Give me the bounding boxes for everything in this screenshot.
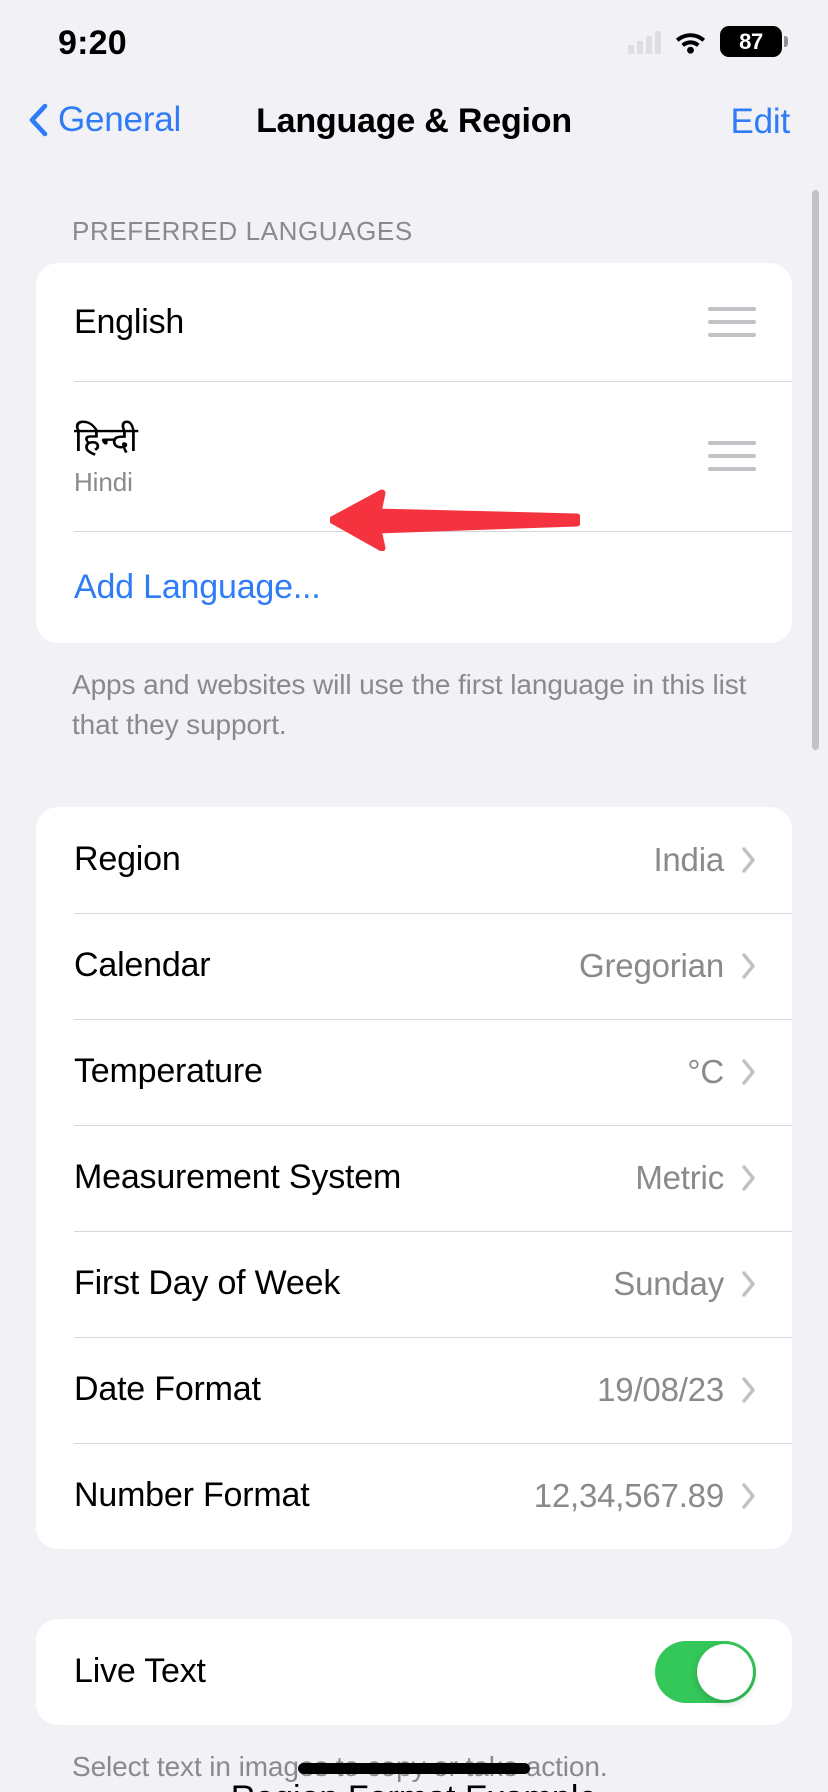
row-label: Number Format bbox=[74, 1476, 310, 1514]
status-bar-indicators: 87 bbox=[628, 26, 788, 57]
battery-indicator: 87 bbox=[720, 26, 788, 57]
settings-row-measurement-system[interactable]: Measurement System Metric bbox=[36, 1124, 792, 1231]
row-accessory: India bbox=[653, 841, 756, 879]
settings-row-calendar[interactable]: Calendar Gregorian bbox=[36, 912, 792, 1019]
settings-row-temperature[interactable]: Temperature °C bbox=[36, 1018, 792, 1125]
settings-row-number-format[interactable]: Number Format 12,34,567.89 bbox=[36, 1442, 792, 1549]
chevron-right-icon bbox=[742, 1376, 755, 1403]
live-text-card: Live Text bbox=[36, 1618, 792, 1725]
settings-row-live-text[interactable]: Live Text bbox=[36, 1619, 792, 1725]
navigation-bar: General Language & Region Edit bbox=[0, 86, 828, 166]
page-title: Language & Region bbox=[256, 102, 572, 140]
preferred-languages-footer: Apps and websites will use the first lan… bbox=[72, 669, 747, 740]
status-bar: 9:20 87 bbox=[0, 0, 828, 86]
row-value: Sunday bbox=[613, 1264, 724, 1302]
row-accessory: 12,34,567.89 bbox=[534, 1477, 756, 1515]
language-name: हिन्दी bbox=[74, 420, 138, 459]
row-label: Date Format bbox=[74, 1370, 261, 1408]
language-row-english[interactable]: English bbox=[36, 263, 792, 381]
language-subtitle: Hindi bbox=[74, 466, 133, 497]
toggle-knob bbox=[697, 1643, 753, 1700]
language-labels: हिन्दी Hindi bbox=[74, 415, 138, 498]
row-accessory: Metric bbox=[635, 1159, 756, 1197]
add-language-row[interactable]: Add Language... bbox=[36, 531, 792, 643]
row-label: First Day of Week bbox=[74, 1264, 341, 1302]
row-accessory: Gregorian bbox=[579, 947, 756, 985]
drag-handle-icon[interactable] bbox=[708, 307, 756, 337]
row-accessory: 19/08/23 bbox=[597, 1371, 756, 1409]
chevron-right-icon bbox=[742, 1058, 755, 1085]
row-accessory: Sunday bbox=[613, 1265, 756, 1303]
row-accessory bbox=[655, 1640, 756, 1703]
region-format-example-header: Region Format Example bbox=[0, 1779, 828, 1792]
row-value: 19/08/23 bbox=[597, 1370, 724, 1408]
chevron-right-icon bbox=[742, 1270, 755, 1297]
chevron-right-icon bbox=[742, 846, 755, 873]
row-value: India bbox=[653, 840, 724, 878]
wifi-icon bbox=[675, 33, 706, 54]
region-settings-card: Region India Calendar Gregorian Temperat… bbox=[36, 806, 792, 1549]
home-indicator bbox=[298, 1763, 530, 1774]
language-name: English bbox=[74, 302, 185, 341]
status-bar-time: 9:20 bbox=[58, 24, 127, 62]
row-label: Live Text bbox=[74, 1652, 206, 1690]
iphone-settings-screen: 9:20 87 General Language & Region Edit P… bbox=[0, 0, 828, 1792]
cellular-bars-icon bbox=[628, 30, 661, 54]
drag-handle-icon[interactable] bbox=[708, 441, 756, 471]
settings-row-region[interactable]: Region India bbox=[36, 807, 792, 913]
language-row-hindi[interactable]: हिन्दी Hindi bbox=[36, 381, 792, 531]
live-text-footer: Select text in images to copy or take ac… bbox=[72, 1750, 608, 1782]
settings-scroll-content: PREFERRED LANGUAGES English हिन्दी Hindi… bbox=[0, 166, 828, 1786]
vertical-scrollbar[interactable] bbox=[812, 190, 819, 750]
battery-percent-label: 87 bbox=[739, 28, 763, 54]
row-value: 12,34,567.89 bbox=[533, 1476, 724, 1514]
row-accessory: °C bbox=[687, 1053, 756, 1091]
language-labels: English bbox=[74, 303, 184, 342]
battery-nub bbox=[784, 36, 788, 47]
add-language-label: Add Language... bbox=[74, 567, 321, 606]
chevron-right-icon bbox=[742, 952, 755, 979]
row-value: Metric bbox=[635, 1158, 724, 1196]
battery-body: 87 bbox=[720, 26, 782, 57]
row-label: Temperature bbox=[74, 1052, 263, 1090]
row-label: Region bbox=[74, 840, 181, 878]
preferred-languages-header: PREFERRED LANGUAGES bbox=[72, 216, 413, 246]
row-label: Measurement System bbox=[74, 1158, 402, 1196]
preferred-languages-card: English हिन्दी Hindi Add Language... bbox=[36, 263, 792, 643]
live-text-toggle[interactable] bbox=[655, 1640, 756, 1703]
row-value: Gregorian bbox=[579, 946, 724, 984]
edit-button[interactable]: Edit bbox=[730, 102, 790, 142]
settings-row-date-format[interactable]: Date Format 19/08/23 bbox=[36, 1336, 792, 1443]
row-value: °C bbox=[687, 1052, 724, 1090]
chevron-right-icon bbox=[742, 1164, 755, 1191]
settings-row-first-day-of-week[interactable]: First Day of Week Sunday bbox=[36, 1230, 792, 1337]
chevron-right-icon bbox=[742, 1482, 755, 1509]
row-label: Calendar bbox=[74, 946, 211, 984]
